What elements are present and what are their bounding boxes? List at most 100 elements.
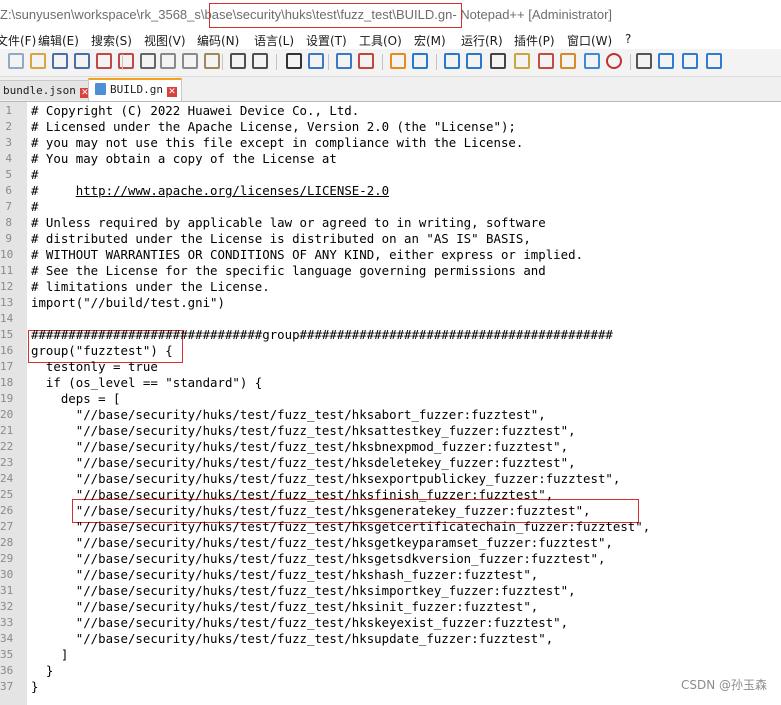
code-text: # Unless required by applicable law or a… [31, 215, 546, 230]
menu-item-2[interactable]: 搜索(S) [91, 32, 132, 49]
tab-bundle-json[interactable]: bundle.json ✕ [0, 80, 95, 100]
code-line: 14 [0, 311, 781, 327]
toolbar-separator [630, 54, 631, 70]
code-text: # limitations under the License. [31, 279, 270, 294]
code-line: 7 # [0, 199, 781, 215]
line-number: 1 [5, 104, 12, 117]
zoom-in-icon[interactable] [336, 53, 352, 69]
code-text: "//base/security/huks/test/fuzz_test/hks… [31, 551, 606, 566]
code-text: "//base/security/huks/test/fuzz_test/hks… [31, 439, 569, 454]
menu-item-11[interactable]: 窗口(W) [567, 32, 612, 49]
code-text: "//base/security/huks/test/fuzz_test/hks… [31, 487, 554, 502]
line-number: 6 [5, 184, 12, 197]
menu-item-4[interactable]: 编码(N) [197, 32, 239, 49]
code-line: 35 ] [0, 647, 781, 663]
menu-item-12[interactable]: ? [625, 32, 631, 46]
paste-icon[interactable] [204, 53, 220, 69]
macro-save-icon[interactable] [706, 53, 722, 69]
copy-icon[interactable] [182, 53, 198, 69]
macro-stop-icon[interactable] [636, 53, 652, 69]
code-text: ###############################group####… [31, 327, 613, 342]
close-all-icon[interactable] [118, 53, 134, 69]
macro-run-multiple-icon[interactable] [682, 53, 698, 69]
toolbar-separator [328, 54, 329, 70]
code-text: "//base/security/huks/test/fuzz_test/hks… [31, 471, 621, 486]
menu-item-0[interactable]: 文件(F) [0, 32, 36, 49]
menu-item-6[interactable]: 设置(T) [306, 32, 347, 49]
line-number: 11 [0, 264, 14, 277]
menu-item-1[interactable]: 编辑(E) [38, 32, 79, 49]
macro-play-icon[interactable] [658, 53, 674, 69]
close-icon[interactable] [96, 53, 112, 69]
save-icon[interactable] [52, 53, 68, 69]
code-line: 24 "//base/security/huks/test/fuzz_test/… [0, 471, 781, 487]
code-text: "//base/security/huks/test/fuzz_test/hks… [31, 423, 576, 438]
code-text: ] [31, 647, 69, 662]
menu-item-3[interactable]: 视图(V) [144, 32, 186, 49]
code-text: # [31, 167, 39, 182]
license-link[interactable]: http://www.apache.org/licenses/LICENSE-2… [76, 183, 389, 198]
line-number: 20 [0, 408, 14, 421]
indent-guide-icon[interactable] [490, 53, 506, 69]
tab-label: bundle.json [3, 84, 76, 97]
code-text: # See the License for the specific langu… [31, 263, 546, 278]
editor-pane[interactable]: 1 # Copyright (C) 2022 Huawei Device Co.,… [0, 102, 781, 705]
sync-horizontal-icon[interactable] [412, 53, 428, 69]
toolbar [0, 49, 781, 77]
code-line: 36 } [0, 663, 781, 679]
line-number: 16 [0, 344, 14, 357]
code-line: 34 "//base/security/huks/test/fuzz_test/… [0, 631, 781, 647]
menu-bar: 文件(F) 编辑(E) 搜索(S) 视图(V) 编码(N) 语言(L) 设置(T) 工具(O)… [0, 30, 781, 49]
code-line: 3 # you may not use this file except in c… [0, 135, 781, 151]
line-number: 5 [5, 168, 12, 181]
title-app-suffix: - Notepad++ [Administrator] [452, 7, 613, 22]
file-icon [95, 83, 106, 95]
cut-icon[interactable] [160, 53, 176, 69]
code-text: "//base/security/huks/test/fuzz_test/hks… [31, 407, 546, 422]
monitor-icon[interactable] [584, 53, 600, 69]
code-line: 19 deps = [ [0, 391, 781, 407]
menu-item-7[interactable]: 工具(O) [359, 32, 402, 49]
line-number: 7 [5, 200, 12, 213]
function-list-icon[interactable] [538, 53, 554, 69]
sync-vertical-icon[interactable] [390, 53, 406, 69]
menu-item-10[interactable]: 插件(P) [514, 32, 555, 49]
toolbar-separator [382, 54, 383, 70]
line-number: 24 [0, 472, 14, 485]
zoom-out-icon[interactable] [358, 53, 374, 69]
code-line: 21 "//base/security/huks/test/fuzz_test/… [0, 423, 781, 439]
open-file-icon[interactable] [30, 53, 46, 69]
code-line: 1 # Copyright (C) 2022 Huawei Device Co.,… [0, 103, 781, 119]
line-number: 28 [0, 536, 14, 549]
folder-as-workspace-icon[interactable] [560, 53, 576, 69]
tab-build-gn[interactable]: BUILD.gn ✕ [88, 78, 182, 101]
line-number: 10 [0, 248, 14, 261]
code-text: deps = [ [31, 391, 121, 406]
code-line: 16 group("fuzztest") { [0, 343, 781, 359]
annotation-box-title [209, 3, 462, 28]
close-icon[interactable]: ✕ [166, 87, 177, 97]
code-text: import("//build/test.gni") [31, 295, 225, 310]
menu-item-5[interactable]: 语言(L) [254, 32, 294, 49]
undo-icon[interactable] [230, 53, 246, 69]
print-icon[interactable] [140, 53, 156, 69]
title-bar: Z:\sunyusen\workspace\rk_3568_s\base\sec… [0, 0, 781, 30]
macro-record-icon[interactable] [606, 53, 622, 69]
menu-item-8[interactable]: 宏(M) [414, 32, 446, 49]
line-number: 29 [0, 552, 14, 565]
code-line: 13 import("//build/test.gni") [0, 295, 781, 311]
menu-item-9[interactable]: 运行(R) [461, 32, 503, 49]
replace-icon[interactable] [308, 53, 324, 69]
new-file-icon[interactable] [8, 53, 24, 69]
code-line: 12 # limitations under the License. [0, 279, 781, 295]
code-line: 18 if (os_level == "standard") { [0, 375, 781, 391]
find-icon[interactable] [286, 53, 302, 69]
show-all-chars-icon[interactable] [466, 53, 482, 69]
word-wrap-icon[interactable] [444, 53, 460, 69]
doc-map-icon[interactable] [514, 53, 530, 69]
redo-icon[interactable] [252, 53, 268, 69]
code-text: # distributed under the License is distr… [31, 231, 531, 246]
code-text: # http://www.apache.org/licenses/LICENSE… [31, 183, 390, 198]
code-line: 4 # You may obtain a copy of the License … [0, 151, 781, 167]
save-all-icon[interactable] [74, 53, 90, 69]
